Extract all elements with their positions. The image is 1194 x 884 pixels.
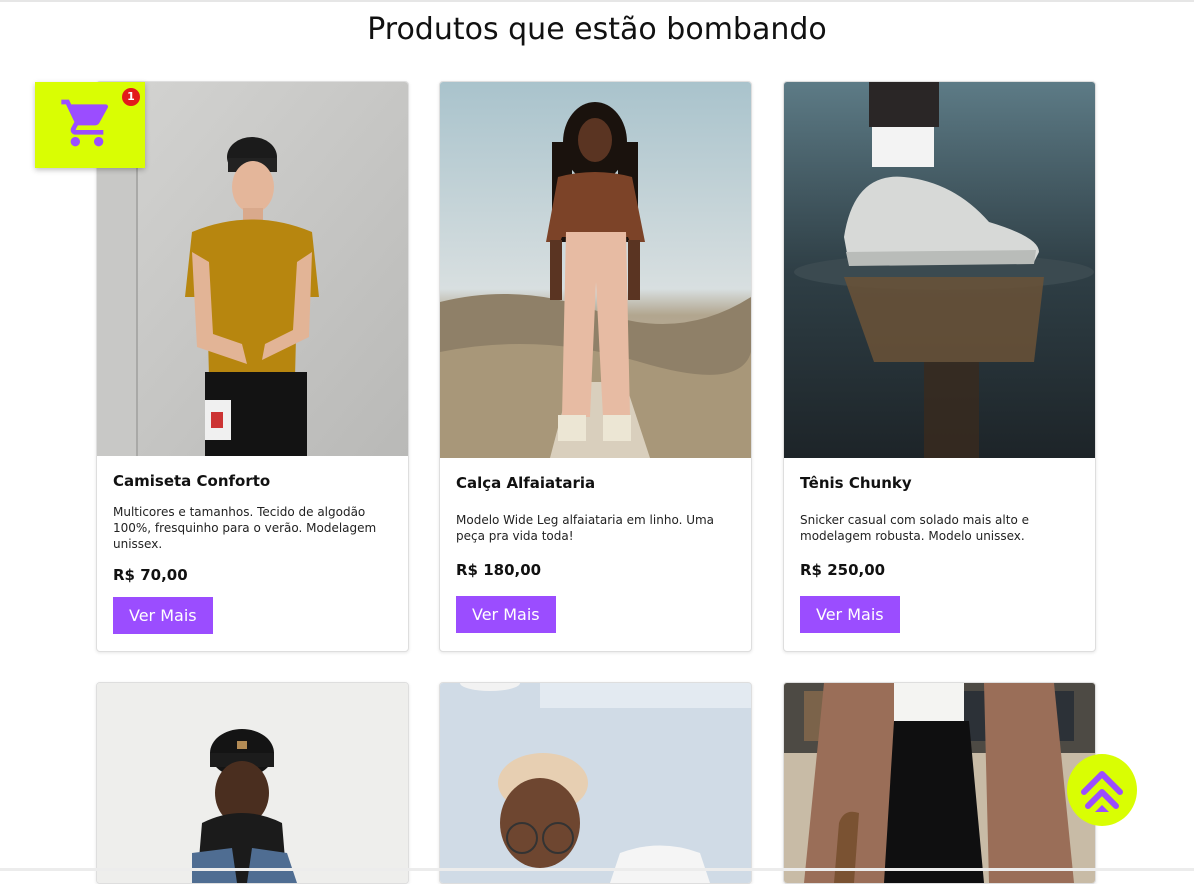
product-image [784, 683, 1095, 883]
product-description: Modelo Wide Leg alfaiataria em linho. Um… [456, 513, 715, 543]
shopping-cart-icon [61, 99, 109, 147]
product-description: Multicores e tamanhos. Tecido de algodão… [113, 505, 377, 551]
product-description: Snicker casual com solado mais alto e mo… [800, 513, 1029, 543]
ver-mais-button[interactable]: Ver Mais [113, 597, 213, 634]
product-card [783, 682, 1096, 884]
ver-mais-button[interactable]: Ver Mais [456, 596, 556, 633]
product-name: Camiseta Conforto [113, 472, 271, 490]
product-card [96, 682, 409, 884]
product-image [784, 82, 1095, 458]
product-price: R$ 250,00 [800, 561, 886, 579]
product-card: Tênis Chunky Snicker casual com solado m… [783, 81, 1096, 652]
product-name: Calça Alfaiataria [456, 474, 596, 492]
top-divider [0, 0, 1194, 2]
product-image [440, 683, 751, 883]
product-image [440, 82, 751, 458]
back-to-top-button[interactable] [1067, 754, 1137, 826]
page-title: Produtos que estão bombando [367, 12, 827, 47]
product-card: Calça Alfaiataria Modelo Wide Leg alfaia… [439, 81, 752, 652]
product-price: R$ 70,00 [113, 566, 188, 584]
product-name: Tênis Chunky [800, 474, 912, 492]
product-image [97, 683, 408, 883]
product-card [439, 682, 752, 884]
product-price: R$ 180,00 [456, 561, 542, 579]
ver-mais-button[interactable]: Ver Mais [800, 596, 900, 633]
double-chevron-up-icon [1081, 771, 1123, 812]
cart-button[interactable]: 1 [35, 82, 145, 168]
cart-count-badge: 1 [122, 88, 140, 106]
